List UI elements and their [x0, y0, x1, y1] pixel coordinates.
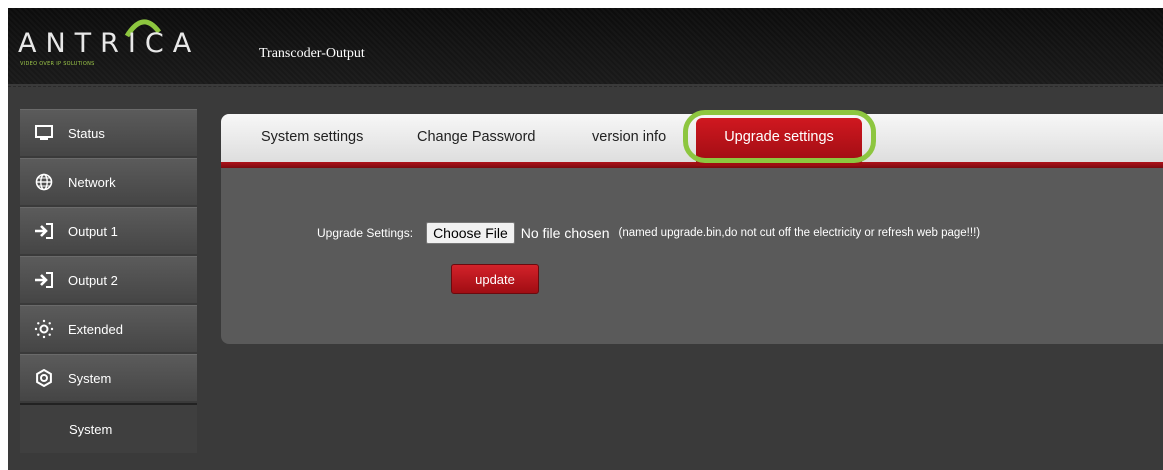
sidebar-item-system[interactable]: System: [20, 354, 197, 401]
upgrade-settings-label: Upgrade Settings:: [317, 226, 414, 240]
sidebar: Status Network Output 1 Output 2 Extende…: [20, 109, 197, 453]
sidebar-item-status[interactable]: Status: [20, 109, 197, 156]
gear-icon: [34, 368, 54, 388]
sidebar-item-label: System: [68, 370, 112, 386]
app-frame: ANTRICA VIDEO OVER IP SOLUTIONS Transcod…: [8, 8, 1163, 470]
tab-upgrade-settings[interactable]: Upgrade settings: [696, 118, 862, 166]
choose-file-button[interactable]: Choose File: [426, 222, 515, 244]
sidebar-item-extended[interactable]: Extended: [20, 305, 197, 352]
sign-in-arrow-icon: [34, 270, 54, 290]
file-status-text: No file chosen: [520, 225, 610, 241]
update-button-label: update: [475, 271, 515, 287]
update-button[interactable]: update: [451, 264, 539, 294]
header-bar: ANTRICA VIDEO OVER IP SOLUTIONS Transcod…: [8, 8, 1163, 84]
sidebar-item-label: Output 1: [68, 223, 118, 239]
globe-icon: [34, 172, 54, 192]
antrica-logo[interactable]: ANTRICA VIDEO OVER IP SOLUTIONS: [18, 19, 218, 67]
upgrade-note: (named upgrade.bin,do not cut off the el…: [618, 227, 981, 239]
sidebar-item-label: Status: [68, 125, 105, 141]
tab-change-password[interactable]: Change Password: [417, 129, 536, 145]
page-title: Transcoder-Output: [259, 46, 365, 61]
header-divider: [8, 86, 1163, 87]
sidebar-item-label: Output 2: [68, 272, 118, 288]
tab-underline: [221, 162, 1163, 168]
sign-in-arrow-icon: [34, 221, 54, 241]
sidebar-item-label: Extended: [68, 321, 123, 337]
sidebar-item-network[interactable]: Network: [20, 158, 197, 205]
monitor-icon: [34, 123, 54, 143]
settings-panel: System settings Change Password version …: [221, 110, 1163, 344]
sidebar-item-output-2[interactable]: Output 2: [20, 256, 197, 303]
sidebar-subitem-label: System: [69, 421, 113, 437]
sidebar-item-label: Network: [68, 174, 116, 190]
tab-system-settings[interactable]: System settings: [261, 129, 363, 145]
sidebar-subitem-system[interactable]: System: [20, 403, 197, 453]
logo-tagline: VIDEO OVER IP SOLUTIONS: [20, 61, 95, 67]
sun-dots-icon: [34, 319, 54, 339]
tab-label: Upgrade settings: [724, 129, 834, 145]
tab-bar: System settings Change Password version …: [221, 114, 1163, 162]
tab-version-info[interactable]: version info: [592, 129, 666, 145]
upgrade-row: Upgrade Settings: Choose File No file ch…: [317, 222, 980, 244]
sidebar-item-output-1[interactable]: Output 1: [20, 207, 197, 254]
logo-text: ANTRICA: [18, 28, 201, 59]
